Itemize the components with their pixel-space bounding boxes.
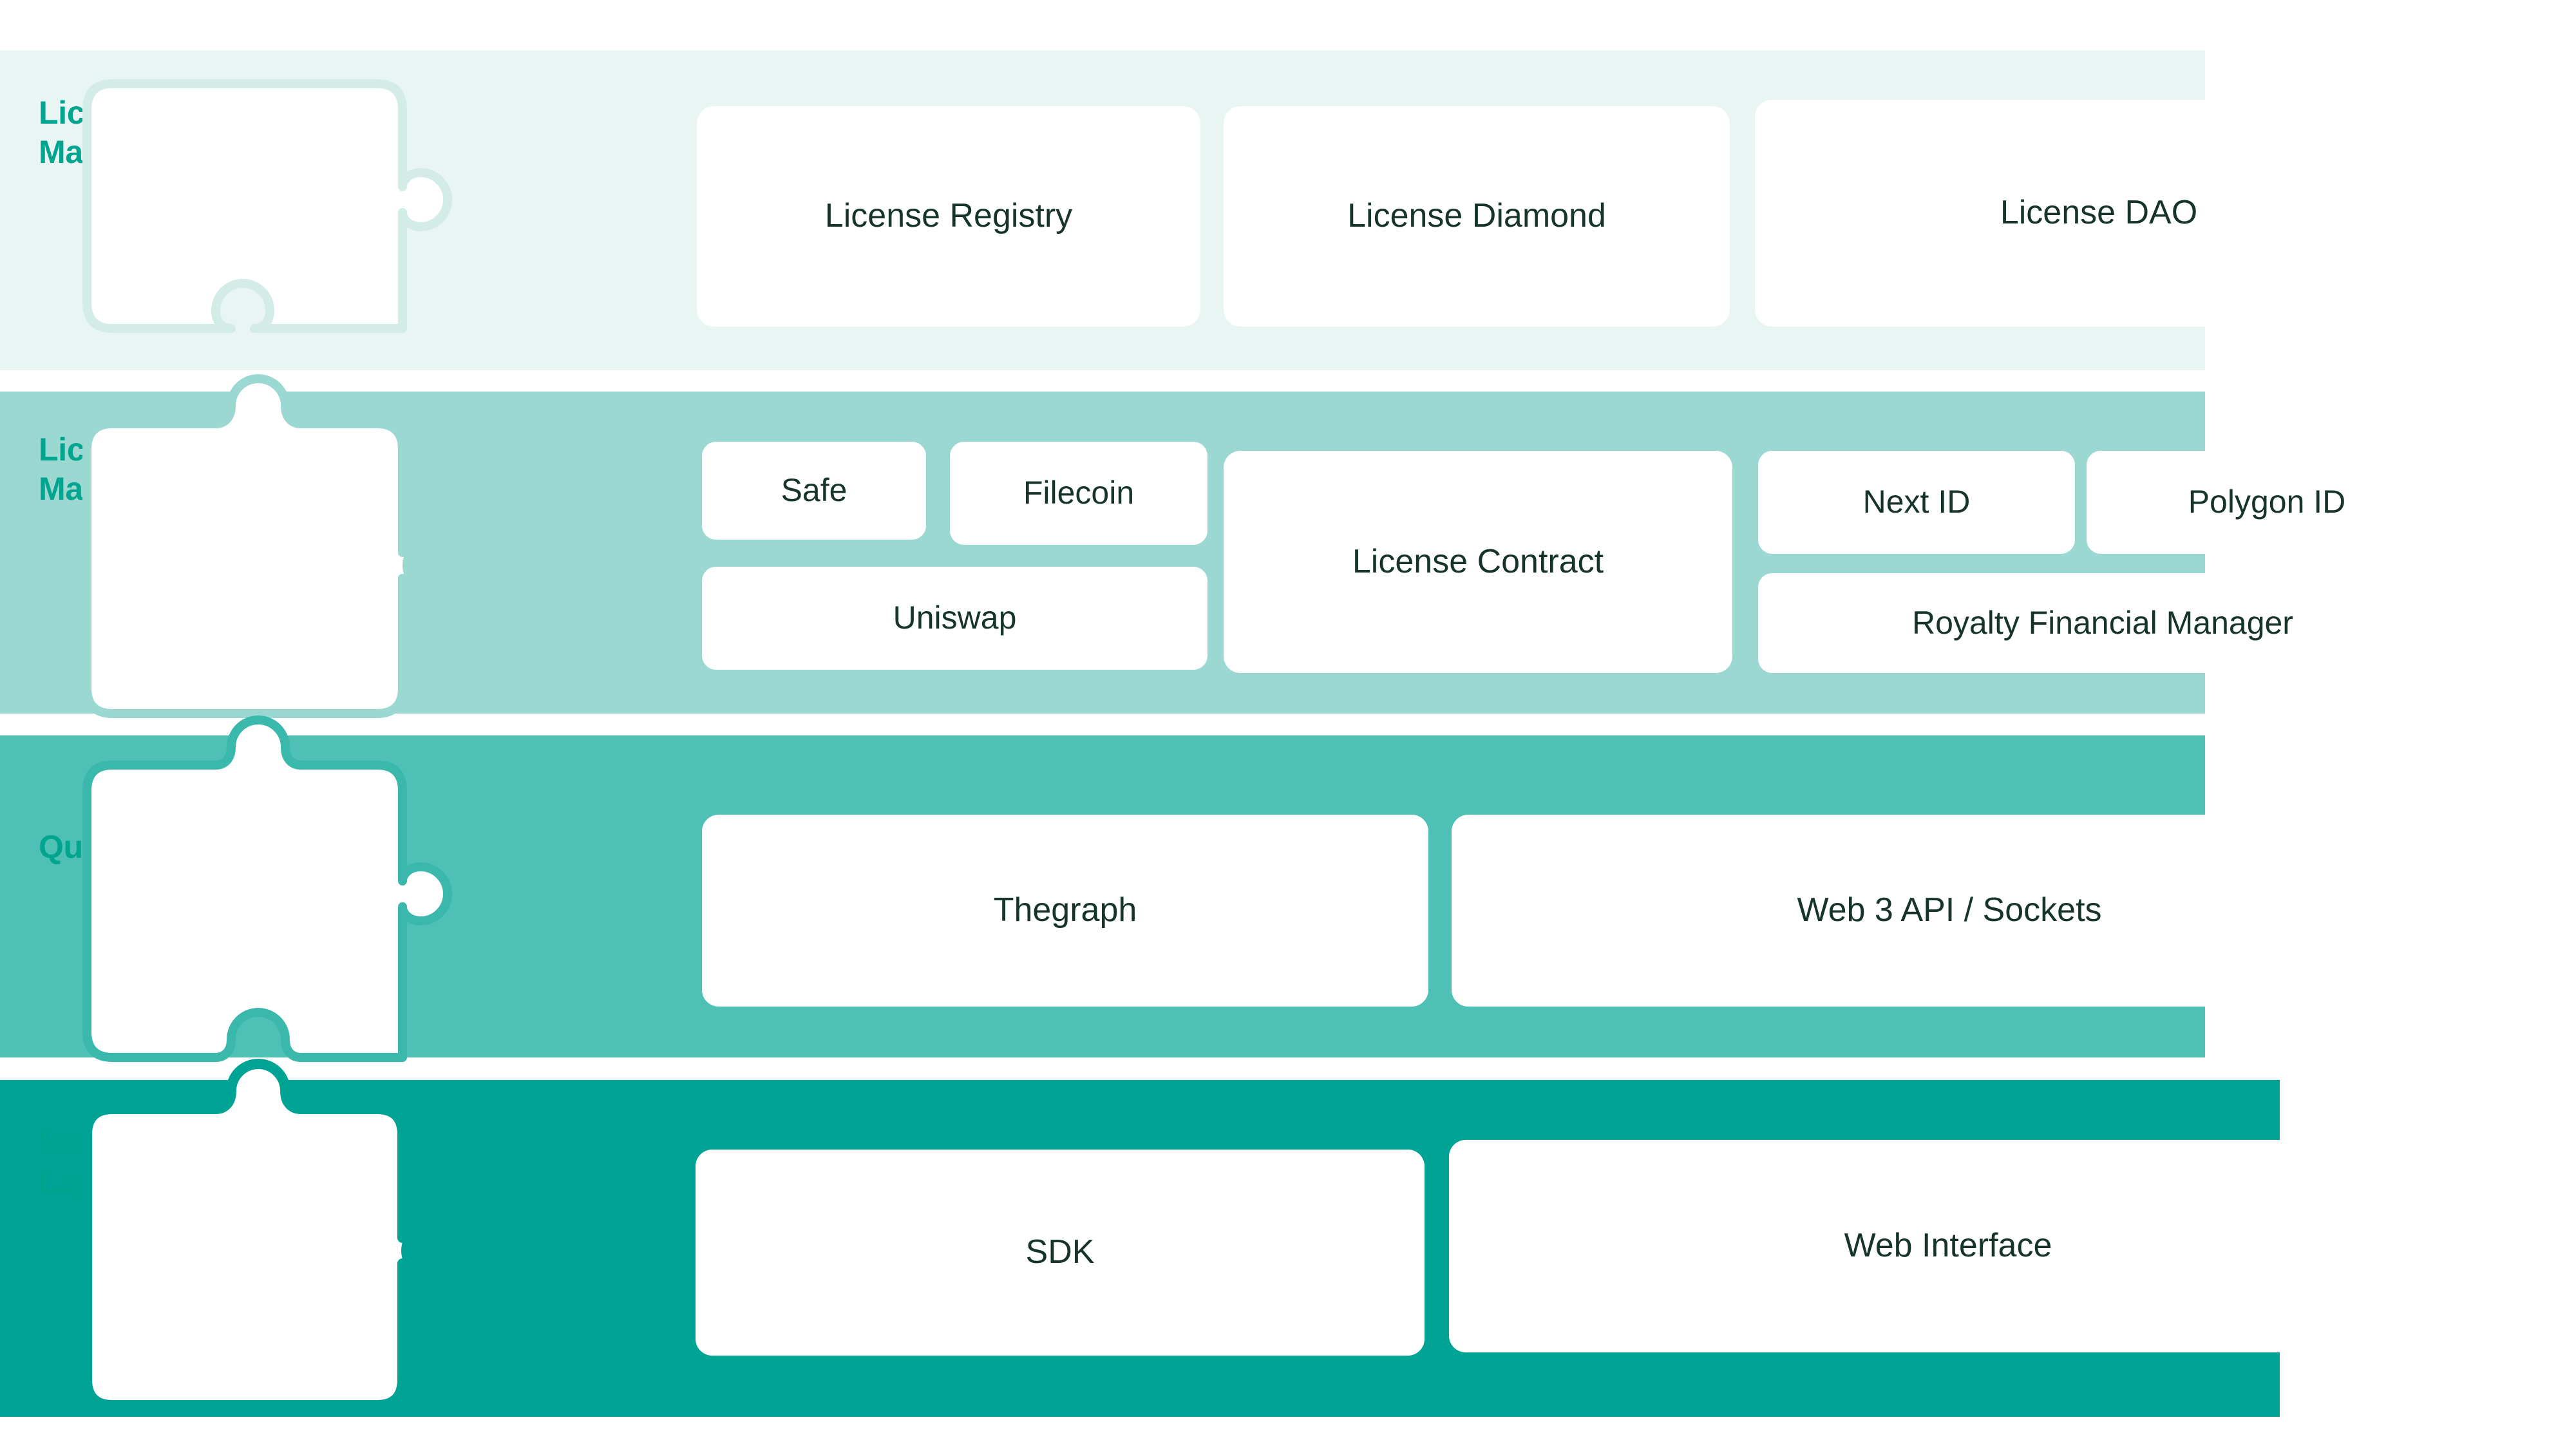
component-box-polygon-id[interactable]: Polygon ID (2087, 451, 2447, 554)
component-label: Web 3 API / Sockets (1797, 891, 2102, 929)
knob-fill (401, 1220, 462, 1281)
component-box-web-interface[interactable]: Web Interface (1449, 1140, 2447, 1352)
component-label: Next ID (1862, 484, 1971, 520)
component-label: Polygon ID (2188, 484, 2346, 520)
component-box-royalty-financial-manager[interactable]: Royalty Financial Manager (1758, 573, 2447, 673)
puzzle-card-license-management[interactable] (71, 45, 452, 380)
component-label: Web Interface (1844, 1227, 2052, 1265)
component-label: Royalty Financial Manager (1912, 604, 2293, 641)
component-label: Uniswap (893, 600, 1017, 636)
component-label: Thegraph (993, 891, 1137, 929)
puzzle-card-querying-layer[interactable] (71, 715, 452, 1066)
component-box-filecoin[interactable]: Filecoin (950, 442, 1208, 545)
component-label: License Contract (1352, 542, 1604, 580)
component-label: License Registry (824, 197, 1073, 235)
component-box-license-diamond[interactable]: License Diamond (1224, 106, 1730, 327)
component-label: SDK (1025, 1233, 1095, 1271)
component-label: Filecoin (1023, 475, 1135, 511)
component-box-license-contract[interactable]: License Contract (1224, 451, 1732, 673)
component-label: License DAO (2000, 194, 2198, 232)
component-box-sdk[interactable]: SDK (696, 1150, 1425, 1356)
puzzle-card-integration-layer[interactable] (71, 1059, 462, 1410)
architecture-diagram: License Management License Market Queryi… (0, 0, 2576, 1449)
component-box-safe[interactable]: Safe (702, 442, 926, 540)
component-box-license-dao[interactable]: License DAO (1755, 100, 2443, 327)
component-label: License Diamond (1347, 197, 1606, 235)
component-box-next-id[interactable]: Next ID (1758, 451, 2075, 554)
component-box-uniswap[interactable]: Uniswap (702, 567, 1208, 670)
component-box-thegraph[interactable]: Thegraph (702, 815, 1428, 1007)
component-box-web3-api-sockets[interactable]: Web 3 API / Sockets (1452, 815, 2447, 1007)
component-label: Safe (781, 472, 848, 509)
puzzle-card-license-market[interactable] (71, 374, 460, 720)
component-box-license-registry[interactable]: License Registry (697, 106, 1200, 327)
knob-fill (402, 536, 460, 594)
